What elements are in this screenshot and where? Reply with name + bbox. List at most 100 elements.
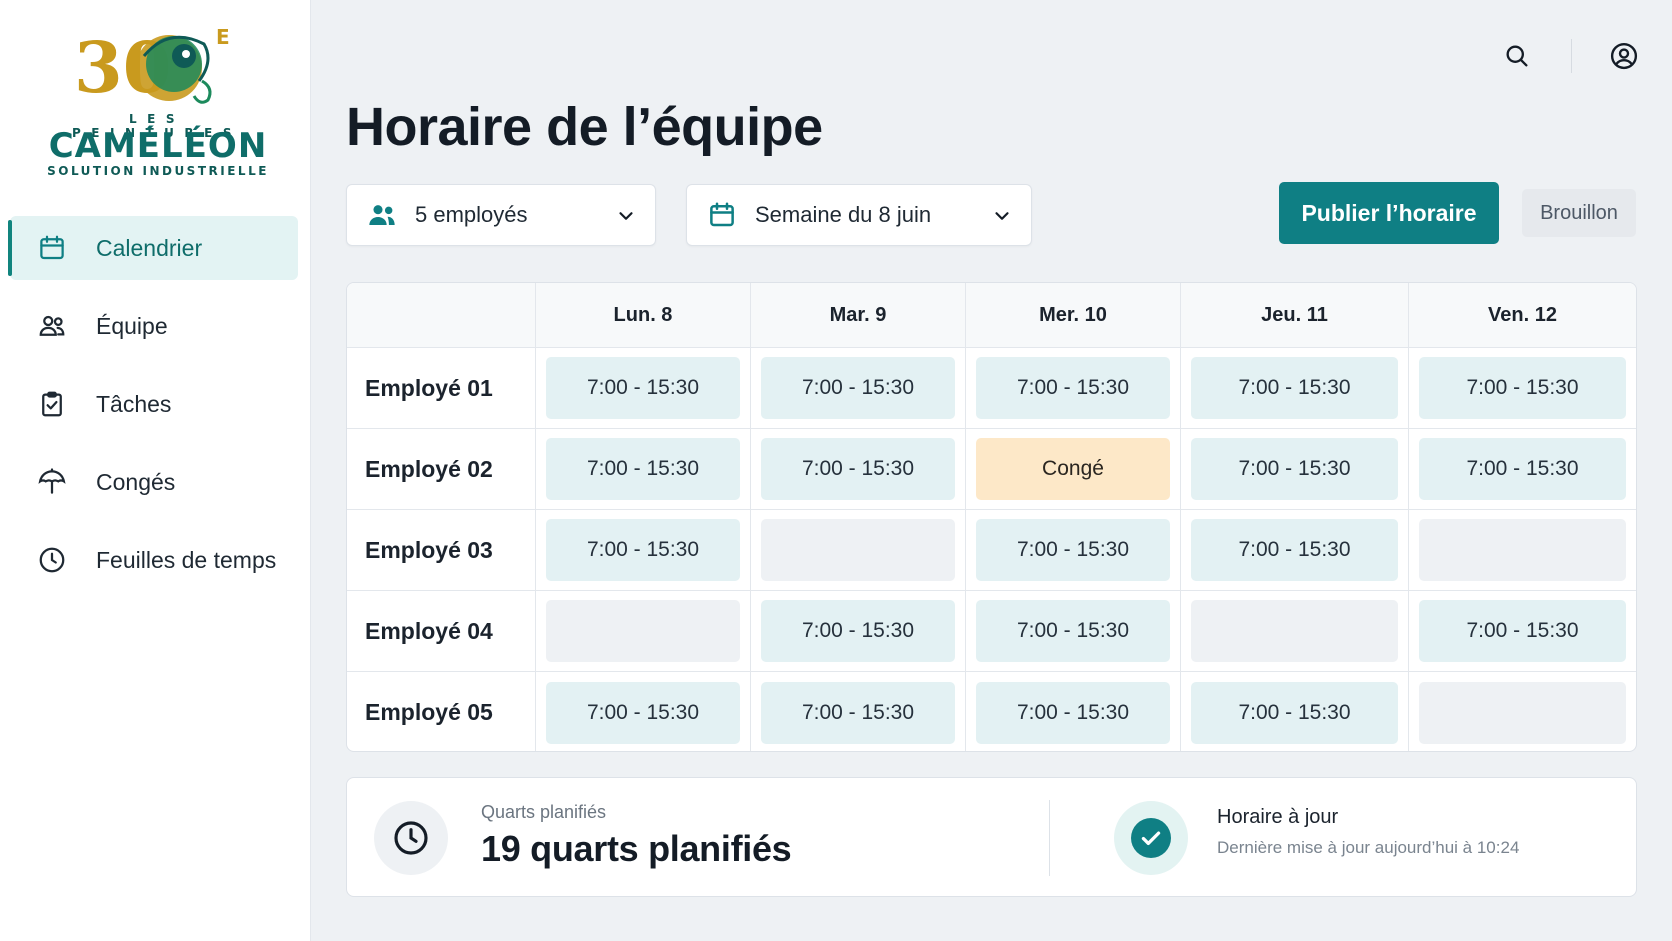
calendar-icon [705, 198, 739, 232]
day-header: Mer. 10 [966, 283, 1181, 348]
summary-divider [1049, 800, 1050, 876]
employees-filter-dropdown[interactable]: 5 employés [346, 184, 656, 246]
calendar-icon [36, 232, 68, 264]
shift-block[interactable]: 7:00 - 15:30 [976, 681, 1170, 744]
schedule-cell: 7:00 - 15:30 [751, 672, 966, 751]
shift-block[interactable]: 7:00 - 15:30 [1419, 438, 1626, 500]
schedule-cell: 7:00 - 15:30 [751, 591, 966, 672]
sidebar: 30 E LES PEINTURES CAMÉLÉON SOLUTION IND… [0, 0, 311, 941]
shift-block[interactable]: 7:00 - 15:30 [761, 600, 955, 662]
search-icon[interactable] [1499, 38, 1535, 74]
shift-block[interactable]: 7:00 - 15:30 [976, 600, 1170, 662]
empty-shift-slot[interactable] [1419, 681, 1626, 744]
team-icon [365, 198, 399, 232]
clock-icon [374, 801, 448, 875]
empty-shift-slot[interactable] [761, 519, 955, 581]
logo-superscript: E [216, 26, 230, 49]
employee-name: Employé 01 [347, 348, 536, 429]
company-logo[interactable]: 30 E LES PEINTURES CAMÉLÉON SOLUTION IND… [40, 26, 280, 178]
chevron-down-icon [995, 212, 1009, 220]
shift-block[interactable]: 7:00 - 15:30 [546, 681, 740, 744]
schedule-cell: 7:00 - 15:30 [751, 348, 966, 429]
shift-block[interactable]: 7:00 - 15:30 [546, 357, 740, 419]
schedule-cell: 7:00 - 15:30 [966, 510, 1181, 591]
shift-block[interactable]: 7:00 - 15:30 [761, 681, 955, 744]
schedule-cell: 7:00 - 15:30 [1181, 672, 1409, 751]
schedule-cell: 7:00 - 15:30 [1181, 510, 1409, 591]
shift-block[interactable]: 7:00 - 15:30 [1191, 438, 1398, 500]
sidebar-item-conges[interactable]: Congés [10, 450, 298, 514]
shift-block[interactable]: 7:00 - 15:30 [1419, 600, 1626, 662]
clock-icon [36, 544, 68, 576]
team-icon [36, 310, 68, 342]
sidebar-item-label: Feuilles de temps [96, 546, 277, 573]
schedule-cell [751, 510, 966, 591]
shift-block[interactable]: 7:00 - 15:30 [761, 438, 955, 500]
employee-name: Employé 05 [347, 672, 536, 751]
schedule-cell [1409, 672, 1636, 751]
schedule-cell: 7:00 - 15:30 [536, 672, 751, 751]
shift-block[interactable]: 7:00 - 15:30 [1419, 357, 1626, 419]
status-badge[interactable]: Brouillon [1522, 189, 1636, 237]
schedule-cell: 7:00 - 15:30 [1409, 429, 1636, 510]
shift-block[interactable]: 7:00 - 15:30 [1191, 357, 1398, 419]
schedule-cell: 7:00 - 15:30 [966, 348, 1181, 429]
logo-sub-text: SOLUTION INDUSTRIELLE [47, 164, 269, 178]
summary-panel: Quarts planifiés 19 quarts planifiés Hor… [346, 777, 1637, 897]
shift-block[interactable]: 7:00 - 15:30 [976, 357, 1170, 419]
schedule-cell: 7:00 - 15:30 [966, 672, 1181, 751]
schedule-status-timestamp: Dernière mise à jour aujourd’hui à 10:24 [1217, 838, 1520, 857]
shift-block[interactable]: 7:00 - 15:30 [1191, 519, 1398, 581]
shift-block[interactable]: 7:00 - 15:30 [546, 519, 740, 581]
table-corner [347, 283, 536, 348]
schedule-cell: Congé [966, 429, 1181, 510]
clipboard-check-icon [36, 388, 68, 420]
day-header: Lun. 8 [536, 283, 751, 348]
schedule-cell: 7:00 - 15:30 [751, 429, 966, 510]
empty-shift-slot[interactable] [1419, 519, 1626, 581]
schedule-table: Lun. 8 Mar. 9 Mer. 10 Jeu. 11 Ven. 12 Em… [346, 282, 1637, 752]
shift-block[interactable]: 7:00 - 15:30 [1191, 681, 1398, 744]
sidebar-item-label: Tâches [96, 390, 172, 417]
shift-block[interactable]: 7:00 - 15:30 [976, 519, 1170, 581]
sidebar-nav: Calendrier Équipe Tâches Congés Feuilles… [8, 216, 298, 606]
sidebar-item-label: Calendrier [96, 234, 203, 261]
schedule-cell: 7:00 - 15:30 [1409, 348, 1636, 429]
employee-name: Employé 02 [347, 429, 536, 510]
sidebar-item-feuilles-de-temps[interactable]: Feuilles de temps [10, 528, 298, 592]
schedule-cell: 7:00 - 15:30 [1181, 348, 1409, 429]
top-toolbar [1499, 38, 1642, 74]
check-circle-icon [1114, 801, 1188, 875]
schedule-cell: 7:00 - 15:30 [1409, 591, 1636, 672]
sidebar-item-equipe[interactable]: Équipe [10, 294, 298, 358]
employee-name: Employé 03 [347, 510, 536, 591]
shift-block[interactable]: 7:00 - 15:30 [546, 438, 740, 500]
empty-shift-slot[interactable] [546, 600, 740, 662]
toolbar-divider [1571, 39, 1572, 73]
schedule-status-title: Horaire à jour [1217, 806, 1339, 828]
logo-name-text: CAMÉLÉON [48, 126, 268, 166]
schedule-cell: 7:00 - 15:30 [536, 348, 751, 429]
app-window: 30 E LES PEINTURES CAMÉLÉON SOLUTION IND… [0, 0, 1672, 941]
schedule-grid: Lun. 8 Mar. 9 Mer. 10 Jeu. 11 Ven. 12 Em… [347, 283, 1636, 751]
sidebar-item-calendrier[interactable]: Calendrier [8, 216, 298, 280]
day-header: Ven. 12 [1409, 283, 1636, 348]
shift-block[interactable]: 7:00 - 15:30 [761, 357, 955, 419]
schedule-cell: 7:00 - 15:30 [966, 591, 1181, 672]
day-header: Mar. 9 [751, 283, 966, 348]
leave-block[interactable]: Congé [976, 438, 1170, 500]
schedule-cell [1181, 591, 1409, 672]
publish-schedule-button[interactable]: Publier l’horaire [1279, 182, 1499, 244]
schedule-cell: 7:00 - 15:30 [536, 510, 751, 591]
schedule-cell [1409, 510, 1636, 591]
day-header: Jeu. 11 [1181, 283, 1409, 348]
schedule-cell [536, 591, 751, 672]
empty-shift-slot[interactable] [1191, 600, 1398, 662]
employees-filter-value: 5 employés [415, 202, 528, 227]
sidebar-item-taches[interactable]: Tâches [10, 372, 298, 436]
account-icon[interactable] [1606, 38, 1642, 74]
chevron-down-icon [619, 212, 633, 220]
week-picker-dropdown[interactable]: Semaine du 8 juin [686, 184, 1032, 246]
logo-emblem: 30 E [74, 26, 230, 109]
page-title: Horaire de l’équipe [346, 97, 823, 157]
